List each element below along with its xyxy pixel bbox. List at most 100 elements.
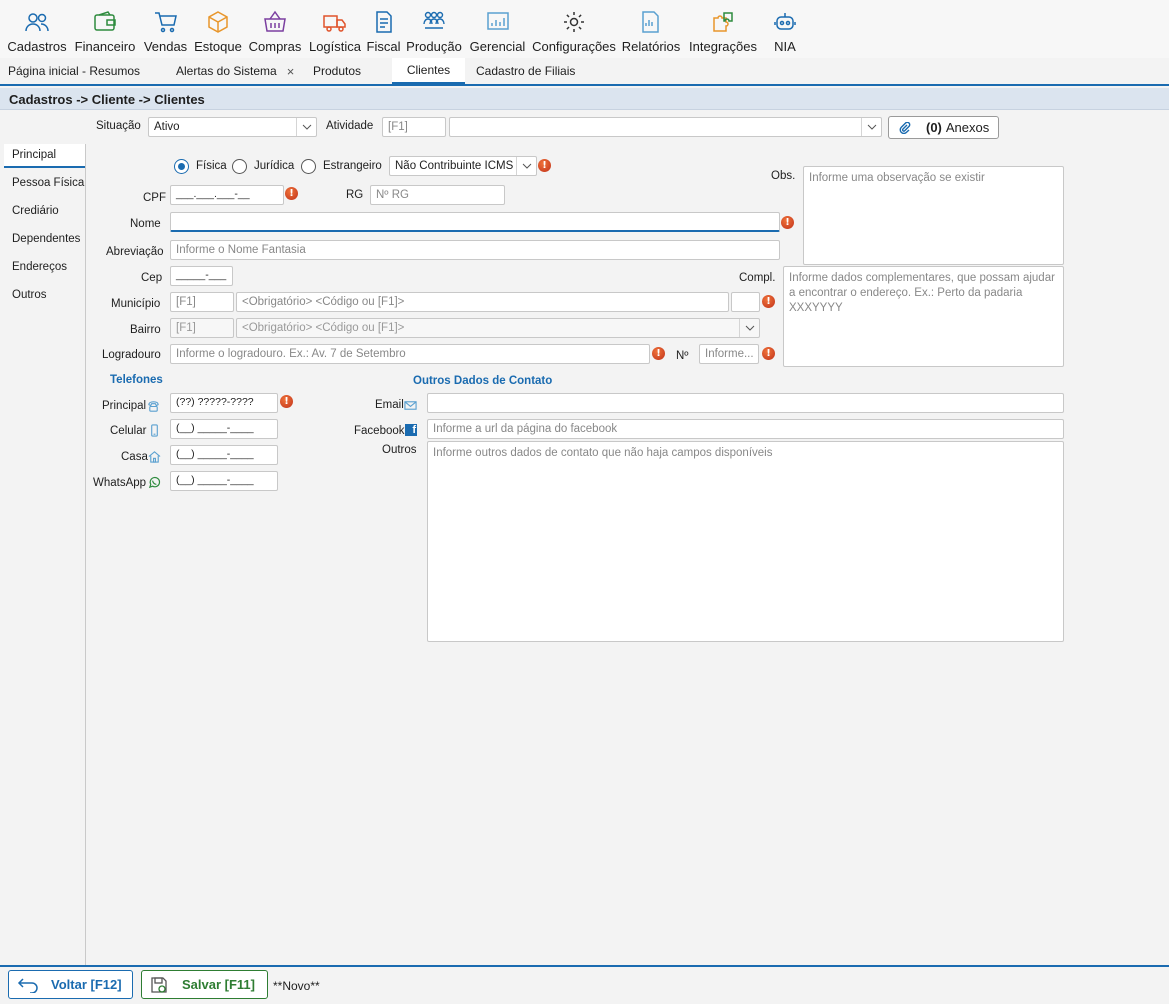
record-status: **Novo** [273, 979, 320, 993]
obs-textarea[interactable]: Informe uma observação se existir [803, 166, 1064, 265]
required-error-icon: ! [652, 347, 665, 360]
main-toolbar: Cadastros Financeiro Vendas Estoque Comp… [0, 0, 1169, 58]
municipio-label: Município [111, 298, 161, 310]
toolbar-fiscal[interactable]: Fiscal [365, 0, 402, 58]
gear-icon [564, 12, 584, 32]
chevron-down-icon [739, 319, 759, 337]
toolbar-label: Configurações [532, 39, 616, 54]
mobile-icon [151, 424, 158, 437]
cpf-label: CPF [143, 192, 166, 204]
report-icon [642, 11, 659, 33]
truck-icon [323, 15, 346, 32]
tab-label: Clientes [406, 63, 451, 77]
close-icon[interactable]: × [287, 64, 295, 79]
tab-cadastro-filiais[interactable]: Cadastro de Filiais [468, 58, 583, 84]
header-filter-row: Situação Ativo Atividade [F1] (0) Anexos [0, 111, 1169, 144]
facebook-input[interactable]: Informe a url da página do facebook [427, 419, 1064, 439]
situacao-value: Ativo [154, 121, 180, 133]
breadcrumb: Cadastros -> Cliente -> Clientes [0, 88, 1169, 110]
abreviacao-label: Abreviação [106, 246, 164, 258]
celular-label: Celular [110, 425, 147, 437]
radio-fisica[interactable] [174, 159, 189, 174]
bairro-code-input[interactable]: [F1] [170, 318, 234, 338]
tab-pagina-inicial[interactable]: Página inicial - Resumos [0, 58, 148, 84]
numero-input[interactable]: Informe... [699, 344, 759, 364]
toolbar-integracoes[interactable]: Integrações [683, 0, 763, 58]
tab-alertas[interactable]: Alertas do Sistema × [168, 58, 302, 84]
tab-clientes[interactable]: Clientes [392, 58, 465, 84]
team-icon [423, 11, 445, 29]
radio-fisica-label: Física [196, 160, 227, 172]
nome-input[interactable] [170, 212, 780, 232]
voltar-button[interactable]: Voltar [F12] [8, 970, 133, 999]
tab-label: Cadastro de Filiais [476, 64, 576, 78]
cep-input[interactable]: _____-___ [170, 266, 233, 286]
required-error-icon: ! [280, 395, 293, 408]
nav-principal[interactable]: Principal [4, 144, 85, 168]
toolbar-cadastros[interactable]: Cadastros [4, 0, 70, 58]
logradouro-input[interactable]: Informe o logradouro. Ex.: Av. 7 de Sete… [170, 344, 650, 364]
required-error-icon: ! [762, 295, 775, 308]
toolbar-label: Fiscal [366, 39, 401, 54]
document-icon [375, 11, 392, 33]
toolbar-vendas[interactable]: Vendas [140, 0, 191, 58]
outros-contato-textarea[interactable]: Informe outros dados de contato que não … [427, 441, 1064, 642]
toolbar-financeiro[interactable]: Financeiro [70, 0, 140, 58]
toolbar-label: Cadastros [7, 39, 67, 54]
toolbar-estoque[interactable]: Estoque [191, 0, 245, 58]
situacao-select[interactable]: Ativo [148, 117, 317, 137]
toolbar-logistica[interactable]: Logística [305, 0, 365, 58]
tab-produtos[interactable]: Produtos [305, 58, 369, 84]
chart-icon [486, 12, 509, 30]
telefones-section-title: Telefones [110, 374, 163, 386]
email-input[interactable] [427, 393, 1064, 413]
toolbar-label: Logística [308, 39, 362, 54]
numero-label: Nº [676, 350, 689, 362]
whatsapp-input[interactable]: (__) _____-____ [170, 471, 278, 491]
nav-pessoa-fisica[interactable]: Pessoa Física [4, 172, 85, 196]
bairro-select[interactable]: <Obrigatório> <Código ou [F1]> [236, 318, 760, 338]
toolbar-compras[interactable]: Compras [245, 0, 305, 58]
tel-principal-label: Principal [102, 400, 147, 412]
anexos-button[interactable]: (0) Anexos [888, 116, 999, 139]
basket-icon [264, 10, 286, 32]
municipio-uf-input[interactable] [731, 292, 760, 312]
nav-dependentes[interactable]: Dependentes [4, 228, 85, 252]
radio-juridica-label: Jurídica [254, 160, 295, 172]
compl-textarea[interactable]: Informe dados complementares, que possam… [783, 266, 1064, 367]
salvar-button[interactable]: Salvar [F11] [141, 970, 268, 999]
toolbar-label: Vendas [143, 39, 188, 54]
toolbar-gerencial[interactable]: Gerencial [466, 0, 529, 58]
nav-enderecos[interactable]: Endereços [4, 256, 85, 280]
whatsapp-icon [148, 476, 161, 489]
atividade-code-input[interactable]: [F1] [382, 117, 446, 137]
celular-input[interactable]: (__) _____-____ [170, 419, 278, 439]
tel-principal-input[interactable]: (??) ?????-???? [170, 393, 278, 413]
toolbar-label: Compras [248, 39, 302, 54]
rg-input[interactable]: Nº RG [370, 185, 505, 205]
toolbar-label: Produção [406, 39, 462, 54]
toolbar-relatorios[interactable]: Relatórios [619, 0, 683, 58]
municipio-search-input[interactable]: <Obrigatório> <Código ou [F1]> [236, 292, 729, 312]
nav-outros[interactable]: Outros [4, 284, 85, 308]
icms-select[interactable]: Não Contribuinte ICMS [389, 156, 537, 176]
abreviacao-input[interactable]: Informe o Nome Fantasia [170, 240, 780, 260]
required-error-icon: ! [285, 187, 298, 200]
atividade-select[interactable] [449, 117, 882, 137]
robot-icon [774, 13, 796, 30]
nav-crediario[interactable]: Crediário [4, 200, 85, 224]
email-label: Email [375, 399, 404, 411]
toolbar-label: Estoque [194, 39, 242, 54]
toolbar-configuracoes[interactable]: Configurações [529, 0, 619, 58]
toolbar-nia[interactable]: NIA [763, 0, 807, 58]
municipio-code-input[interactable]: [F1] [170, 292, 234, 312]
cpf-input[interactable]: ___.___.___-__ [170, 185, 284, 205]
footer-bar: Voltar [F12] Salvar [F11] **Novo** [0, 965, 1169, 1004]
casa-input[interactable]: (__) _____-____ [170, 445, 278, 465]
radio-juridica[interactable] [232, 159, 247, 174]
main-form: Física Jurídica Estrangeiro Não Contribu… [86, 144, 1169, 965]
toolbar-producao[interactable]: Produção [402, 0, 466, 58]
situacao-label: Situação [96, 120, 141, 132]
side-nav: Principal Pessoa Física Crediário Depend… [4, 144, 86, 965]
radio-estrangeiro[interactable] [301, 159, 316, 174]
